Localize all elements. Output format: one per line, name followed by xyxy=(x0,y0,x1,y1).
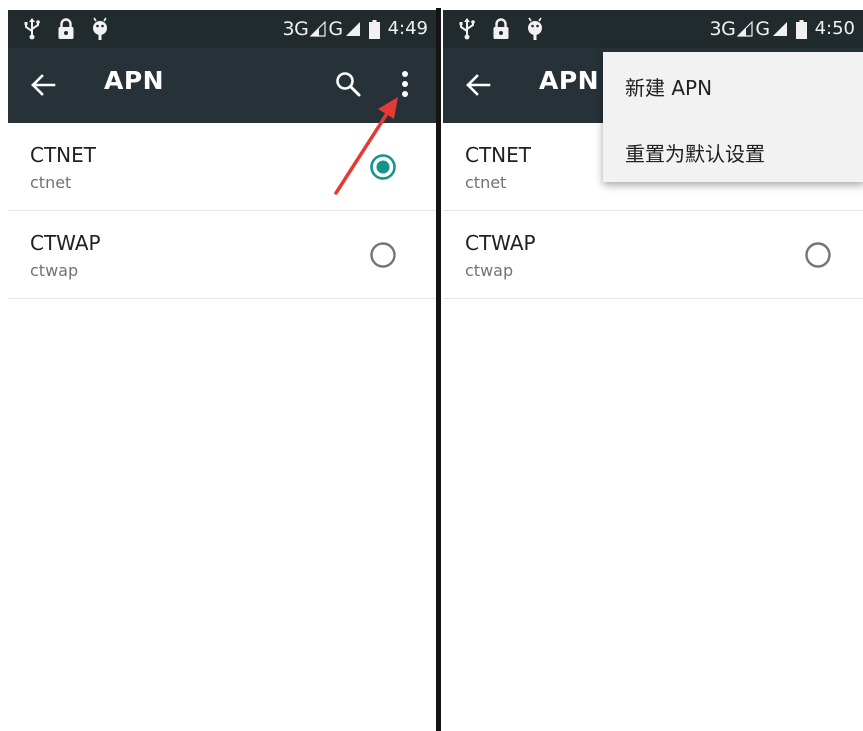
search-icon[interactable] xyxy=(334,70,362,98)
usb-icon xyxy=(457,17,477,41)
overflow-menu: 新建 APN 重置为默认设置 xyxy=(603,52,863,182)
left-screen: 3G G 4:49 APN CTNET ctnet CTWAP ctwap xyxy=(8,10,436,731)
apn-item-ctnet[interactable]: CTNET ctnet xyxy=(8,123,436,211)
page-title: APN xyxy=(539,66,600,95)
status-bar: 3G G 4:50 xyxy=(443,10,863,48)
network-type-3g: 3G xyxy=(282,18,309,40)
clock: 4:50 xyxy=(814,18,855,39)
network-type-g: G xyxy=(755,18,770,40)
arrow-back-icon[interactable] xyxy=(30,72,56,98)
radio-selected-icon[interactable] xyxy=(369,153,397,181)
overflow-menu-icon[interactable] xyxy=(390,65,420,105)
arrow-back-icon[interactable] xyxy=(465,72,491,98)
apn-value: ctnet xyxy=(465,173,507,192)
signal-half-icon xyxy=(737,21,753,37)
android-debug-icon xyxy=(90,17,110,41)
page-title: APN xyxy=(104,66,165,95)
apn-value: ctnet xyxy=(30,173,72,192)
usb-icon xyxy=(22,17,42,41)
apn-item-ctwap[interactable]: CTWAP ctwap xyxy=(8,211,436,299)
signal-full-icon xyxy=(772,21,788,37)
battery-icon xyxy=(796,20,807,39)
apn-name: CTNET xyxy=(465,143,531,167)
status-bar: 3G G 4:49 xyxy=(8,10,436,48)
signal-half-icon xyxy=(310,21,326,37)
apn-value: ctwap xyxy=(30,261,79,280)
clock: 4:49 xyxy=(387,18,428,39)
android-debug-icon xyxy=(525,17,545,41)
radio-unselected-icon[interactable] xyxy=(804,241,832,269)
screenshot-divider xyxy=(436,8,441,731)
network-type-3g: 3G xyxy=(709,18,736,40)
apn-name: CTNET xyxy=(30,143,96,167)
lock-icon xyxy=(56,17,76,41)
apn-value: ctwap xyxy=(465,261,514,280)
lock-icon xyxy=(491,17,511,41)
apn-name: CTWAP xyxy=(465,231,536,255)
apn-name: CTWAP xyxy=(30,231,101,255)
network-type-g: G xyxy=(328,18,343,40)
right-screen: 3G G 4:50 APN CTNET ctnet CTWAP ctwap 新建… xyxy=(443,10,863,731)
menu-item-new-apn[interactable]: 新建 APN xyxy=(625,72,712,101)
signal-full-icon xyxy=(345,21,361,37)
menu-item-reset-default[interactable]: 重置为默认设置 xyxy=(625,138,765,167)
app-bar: APN xyxy=(8,48,436,123)
battery-icon xyxy=(369,20,380,39)
radio-unselected-icon[interactable] xyxy=(369,241,397,269)
apn-item-ctwap[interactable]: CTWAP ctwap xyxy=(443,211,863,299)
